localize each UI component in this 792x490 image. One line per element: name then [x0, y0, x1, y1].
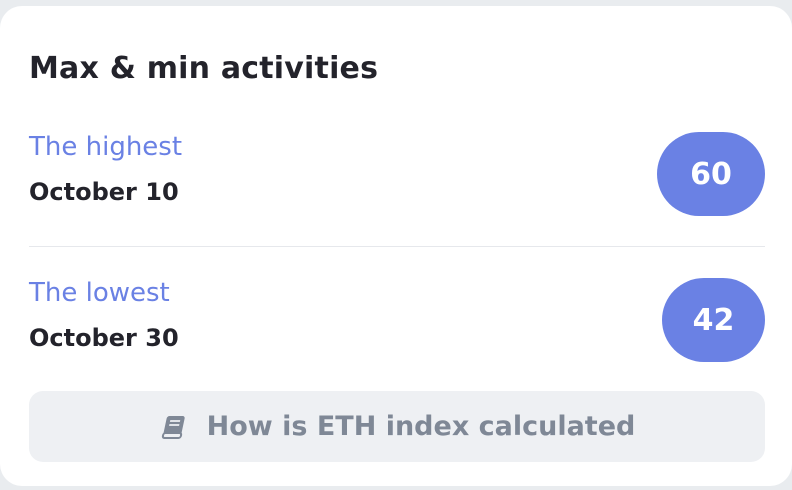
- highest-label: The highest: [29, 132, 183, 162]
- highest-value-badge: 60: [657, 132, 765, 216]
- card-title: Max & min activities: [29, 51, 379, 86]
- lowest-value-badge: 42: [662, 278, 765, 362]
- eth-index-info-button[interactable]: How is ETH index calculated: [29, 391, 765, 462]
- max-min-activities-card: Max & min activities The highest October…: [0, 6, 792, 486]
- lowest-label: The lowest: [29, 278, 170, 308]
- divider: [29, 246, 765, 247]
- lowest-date: October 30: [29, 324, 179, 352]
- book-icon: [159, 412, 189, 442]
- lowest-activity-row: The lowest October 30 42: [29, 278, 765, 364]
- highest-activity-row: The highest October 10 60: [29, 132, 765, 218]
- eth-index-info-label: How is ETH index calculated: [206, 411, 636, 442]
- highest-date: October 10: [29, 178, 179, 206]
